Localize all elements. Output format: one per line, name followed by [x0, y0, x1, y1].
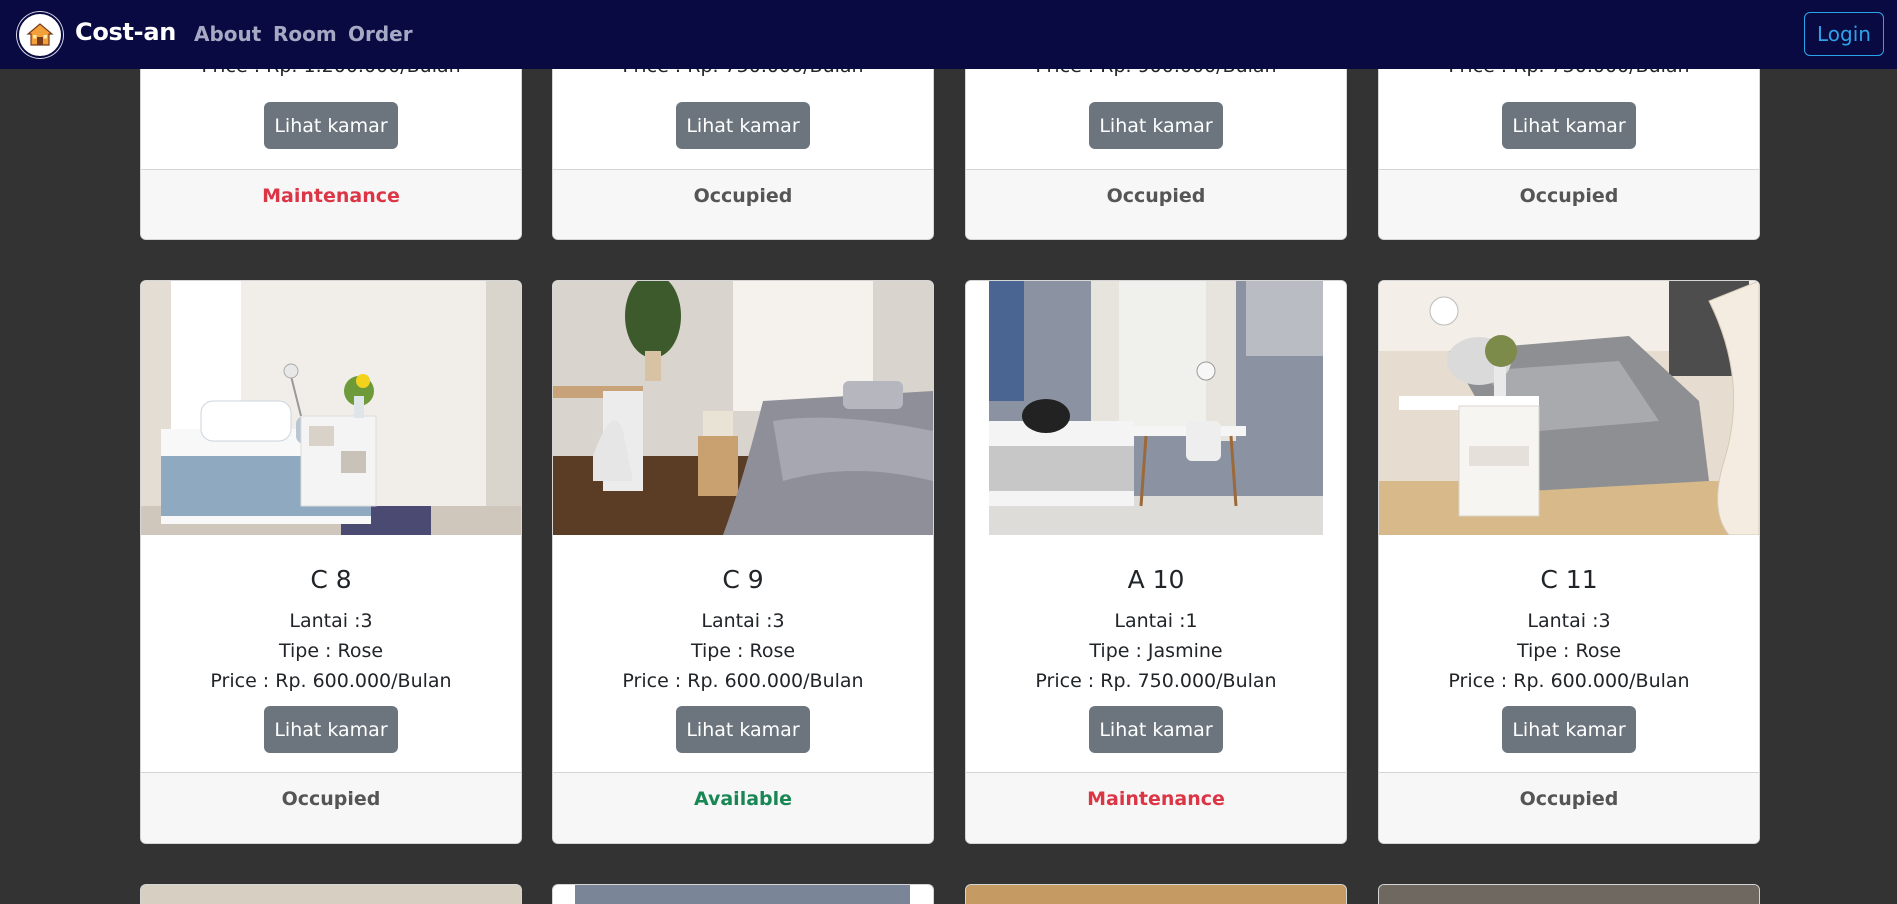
room-photo[interactable] — [141, 281, 521, 535]
room-name: A 10 — [1127, 565, 1185, 594]
room-name: C 9 — [722, 565, 764, 594]
lihat-kamar-button[interactable]: Lihat kamar — [1089, 102, 1223, 149]
card-footer: Occupied — [1379, 169, 1759, 239]
card-footer: Occupied — [553, 169, 933, 239]
lihat-kamar-button[interactable]: Lihat kamar — [264, 706, 398, 753]
room-card — [552, 884, 934, 904]
nav-link-order[interactable]: Order — [348, 22, 413, 46]
room-price: Price : Rp. 600.000/Bulan — [1448, 670, 1690, 692]
status-badge: Occupied — [693, 185, 793, 207]
status-badge: Occupied — [1519, 788, 1619, 810]
status-badge: Occupied — [281, 788, 381, 810]
room-photo[interactable] — [1379, 885, 1759, 904]
status-badge: Maintenance — [262, 185, 400, 207]
room-card: C 8 Lantai :3 Tipe : Rose Price : Rp. 600.0… — [140, 280, 522, 844]
status-badge: Available — [693, 788, 793, 810]
card-footer: Occupied — [1379, 772, 1759, 843]
status-badge: Maintenance — [1087, 788, 1225, 810]
room-card — [140, 884, 522, 904]
room-floor: Lantai :3 — [701, 610, 785, 632]
status-badge: Occupied — [1106, 185, 1206, 207]
room-card — [1378, 884, 1760, 904]
room-name: C 11 — [1540, 565, 1598, 594]
room-photo[interactable] — [553, 885, 933, 904]
room-price: Price : Rp. 750.000/Bulan — [1035, 670, 1277, 692]
room-photo[interactable] — [966, 281, 1346, 535]
room-card: C 9 Lantai :3 Tipe : Rose Price : Rp. 600.0… — [552, 280, 934, 844]
room-photo[interactable] — [553, 281, 933, 535]
card-footer: Occupied — [141, 772, 521, 843]
lihat-kamar-button[interactable]: Lihat kamar — [676, 706, 810, 753]
room-card: A 10 Lantai :1 Tipe : Jasmine Price : Rp. 7… — [965, 280, 1347, 844]
brand-name[interactable]: Cost-an — [75, 18, 176, 46]
lihat-kamar-button[interactable]: Lihat kamar — [264, 102, 398, 149]
nav-link-room[interactable]: Room — [273, 22, 337, 46]
room-card — [965, 884, 1347, 904]
card-footer: Maintenance — [141, 169, 521, 239]
lihat-kamar-button[interactable]: Lihat kamar — [676, 102, 810, 149]
room-type: Tipe : Rose — [1516, 640, 1622, 662]
lihat-kamar-button[interactable]: Lihat kamar — [1502, 102, 1636, 149]
room-name: C 8 — [310, 565, 352, 594]
room-card: C 11 Lantai :3 Tipe : Rose Price : Rp. 600.… — [1378, 280, 1760, 844]
card-footer: Available — [553, 772, 933, 843]
nav-link-about[interactable]: About — [194, 22, 261, 46]
room-floor: Lantai :3 — [289, 610, 373, 632]
login-button[interactable]: Login — [1804, 12, 1884, 56]
room-photo[interactable] — [966, 885, 1346, 904]
navbar: Cost-an About Room Order Login — [0, 0, 1897, 69]
lihat-kamar-button[interactable]: Lihat kamar — [1089, 706, 1223, 753]
card-footer: Occupied — [966, 169, 1346, 239]
card-footer: Maintenance — [966, 772, 1346, 843]
house-icon[interactable] — [17, 12, 63, 58]
room-price: Price : Rp. 600.000/Bulan — [210, 670, 452, 692]
room-photo[interactable] — [141, 885, 521, 904]
room-type: Tipe : Rose — [278, 640, 384, 662]
status-badge: Occupied — [1519, 185, 1619, 207]
room-photo[interactable] — [1379, 281, 1759, 535]
room-type: Tipe : Rose — [690, 640, 796, 662]
room-type: Tipe : Jasmine — [1089, 640, 1223, 662]
room-price: Price : Rp. 600.000/Bulan — [622, 670, 864, 692]
lihat-kamar-button[interactable]: Lihat kamar — [1502, 706, 1636, 753]
room-floor: Lantai :3 — [1527, 610, 1611, 632]
room-floor: Lantai :1 — [1114, 610, 1198, 632]
